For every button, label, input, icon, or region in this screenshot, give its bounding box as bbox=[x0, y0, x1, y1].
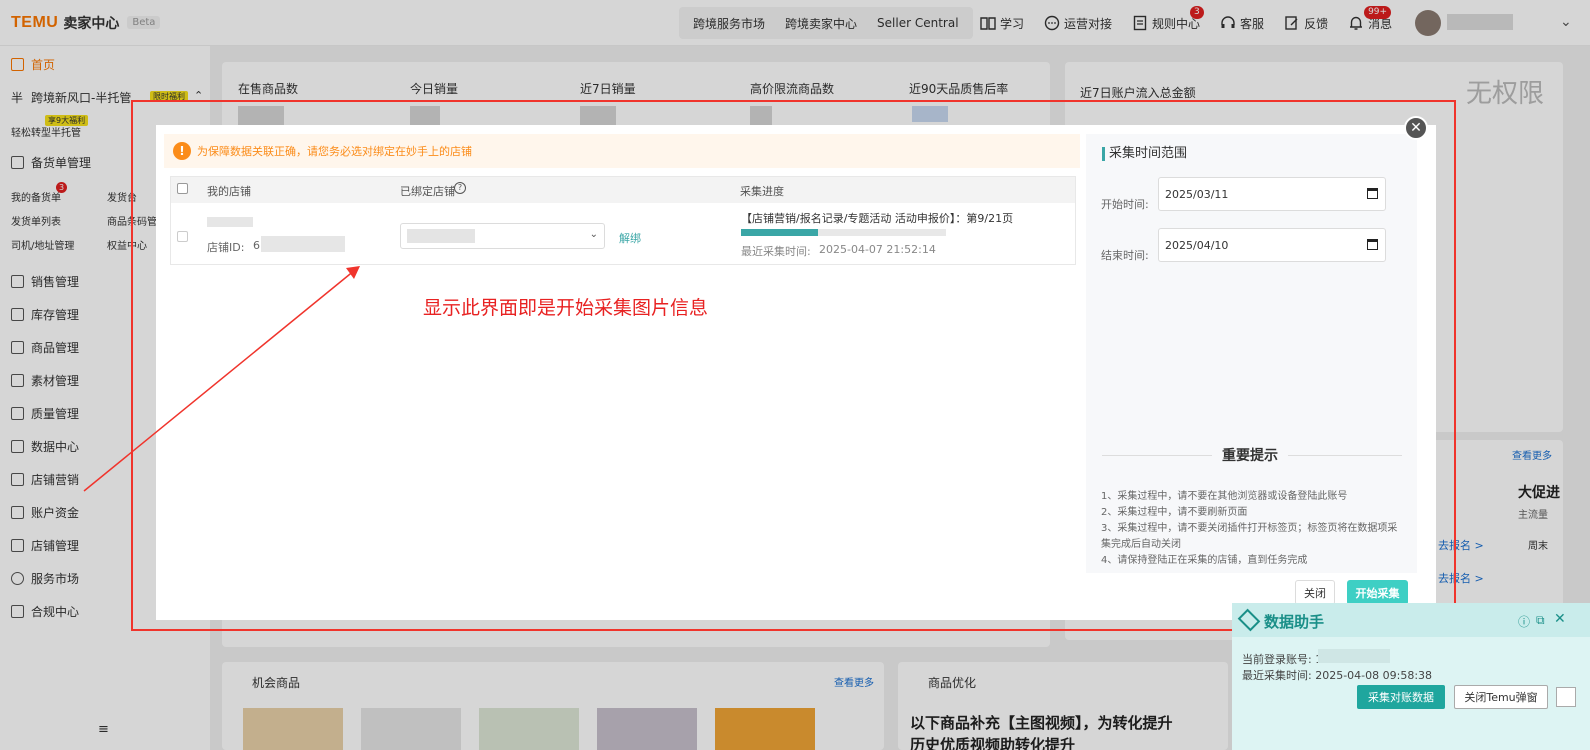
account-blurred bbox=[1318, 649, 1390, 663]
current-account-text: 当前登录账号: 1 bbox=[1242, 653, 1323, 666]
diamond-logo-icon bbox=[1237, 608, 1261, 632]
close-icon[interactable]: ✕ bbox=[1404, 116, 1428, 140]
assistant-header: 数据助手 ⓘ ⧉ ✕ bbox=[1232, 603, 1590, 637]
close-icon[interactable]: ✕ bbox=[1554, 611, 1566, 627]
help-icon[interactable]: ⓘ bbox=[1518, 613, 1530, 630]
grid-icon[interactable] bbox=[1556, 687, 1576, 707]
minimize-icon[interactable]: ⧉ bbox=[1536, 613, 1545, 628]
assistant-last-collect: 最近采集时间: 2025-04-08 09:58:38 bbox=[1242, 669, 1433, 682]
data-assistant-popup: 数据助手 ⓘ ⧉ ✕ 当前登录账号: 1 最近采集时间: 2025-04-08 … bbox=[1232, 603, 1590, 750]
close-temu-popup-button[interactable]: 关闭Temu弹窗 bbox=[1454, 685, 1548, 709]
assistant-title: 数据助手 bbox=[1264, 613, 1325, 631]
collect-reconcile-button[interactable]: 采集对账数据 bbox=[1357, 685, 1445, 709]
